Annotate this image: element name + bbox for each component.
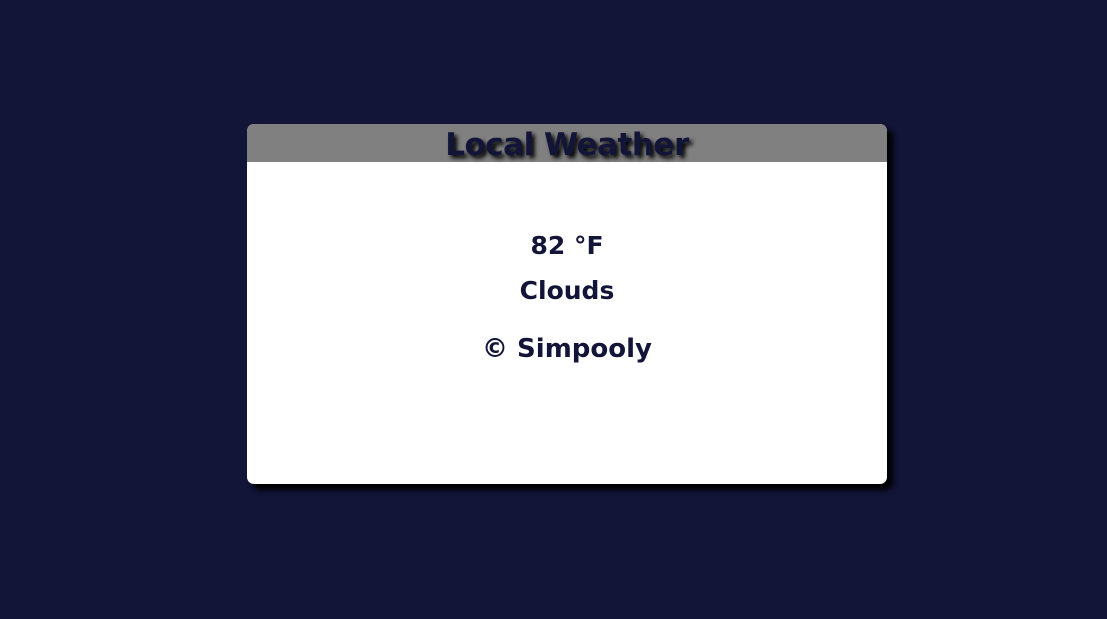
weather-condition: Clouds [519,276,615,305]
copyright-text: © Simpooly [482,334,652,364]
temperature-display: 82 °F [247,231,887,261]
card-header: Local Weather [247,124,887,163]
page-title: Local Weather [445,127,689,163]
temperature-value: 82 °F [530,231,604,260]
weather-card: Local Weather 82 °F Clouds © Simpooly [247,124,887,484]
